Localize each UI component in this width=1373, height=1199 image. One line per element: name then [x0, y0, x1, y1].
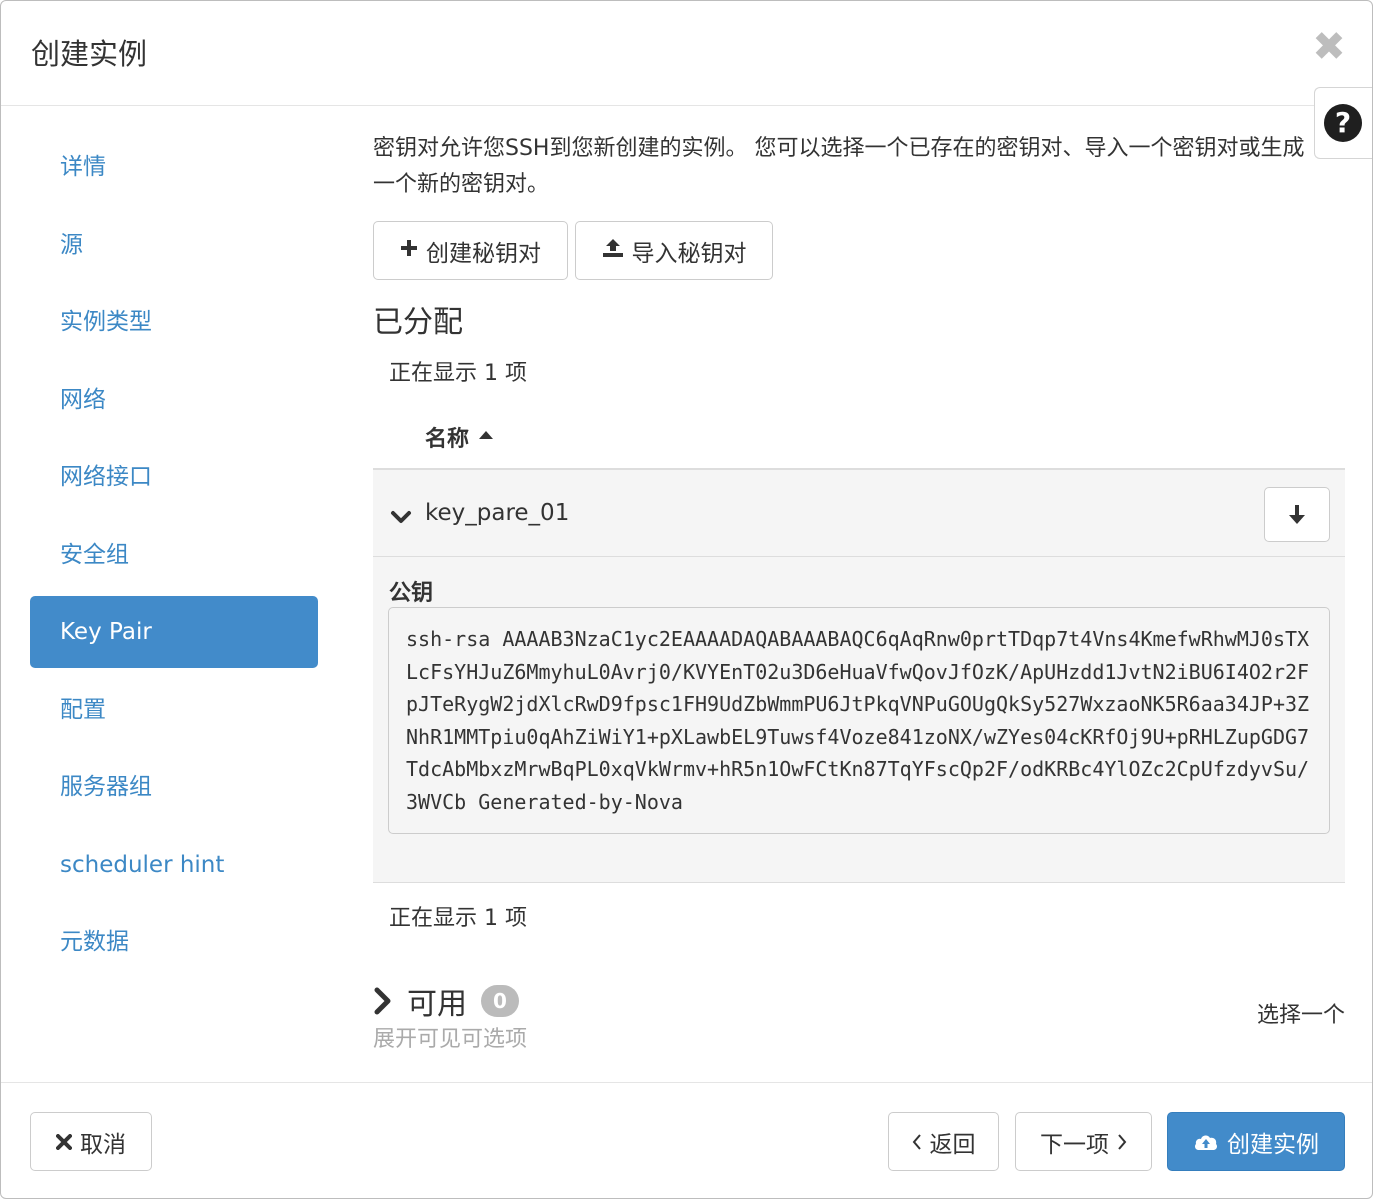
- cancel-button[interactable]: 取消: [30, 1112, 152, 1171]
- back-label: 返回: [929, 1131, 976, 1158]
- sidebar-item-label: 配置: [60, 696, 106, 723]
- row-divider: [373, 556, 1345, 557]
- sidebar-item-scheduler-hint[interactable]: scheduler hint: [30, 829, 318, 901]
- name-column-header[interactable]: 名称: [425, 421, 494, 453]
- chevron-left-icon: [912, 1133, 921, 1150]
- launch-instance-button[interactable]: 创建实例: [1167, 1112, 1345, 1171]
- sidebar-item-metadata[interactable]: 元数据: [30, 906, 318, 978]
- sidebar-item-key-pair[interactable]: Key Pair: [30, 596, 318, 668]
- chevron-down-icon[interactable]: [390, 506, 412, 528]
- close-icon: [56, 1133, 72, 1150]
- launch-label: 创建实例: [1227, 1131, 1319, 1158]
- sidebar-item-label: 网络接口: [60, 464, 152, 490]
- key-pair-step: 密钥对允许您SSH到您新创建的实例。 您可以选择一个已存在的密钥对、导入一个密钥…: [373, 131, 1345, 1052]
- sidebar-item-security-groups[interactable]: 安全组: [30, 519, 318, 591]
- sort-asc-icon: [479, 431, 494, 439]
- modal-title: 创建实例: [31, 37, 148, 71]
- sidebar-item-configuration[interactable]: 配置: [30, 674, 318, 746]
- sidebar-item-label: 实例类型: [60, 309, 152, 335]
- modal-header: 创建实例 ✖: [1, 1, 1372, 106]
- select-one-text: 选择一个: [1256, 1003, 1345, 1028]
- chevron-right-icon: [374, 987, 391, 1015]
- next-label: 下一项: [1040, 1131, 1109, 1158]
- sidebar-item-details[interactable]: 详情: [30, 131, 318, 203]
- column-label: 名称: [425, 427, 470, 452]
- public-key-value: ssh-rsa AAAAB3NzaC1yc2EAAAADAQABAAABAQC6…: [388, 607, 1330, 834]
- sidebar-item-label: Key Pair: [60, 619, 152, 645]
- import-keypair-label: 导入秘钥对: [631, 240, 747, 267]
- sidebar-item-label: 服务器组: [60, 774, 152, 800]
- sidebar-item-label: 安全组: [60, 541, 129, 568]
- import-keypair-button[interactable]: 导入秘钥对: [575, 221, 773, 280]
- create-keypair-button[interactable]: 创建秘钥对: [373, 221, 568, 280]
- sidebar-item-flavor[interactable]: 实例类型: [30, 286, 318, 358]
- available-subtitle: 展开可见可选项: [373, 1027, 528, 1052]
- create-keypair-label: 创建秘钥对: [426, 240, 541, 267]
- help-text: 密钥对允许您SSH到您新创建的实例。 您可以选择一个已存在的密钥对、导入一个密钥…: [373, 136, 1305, 197]
- plus-icon: [400, 238, 418, 263]
- public-key-label: 公钥: [389, 581, 434, 606]
- sidebar-item-label: scheduler hint: [60, 851, 225, 878]
- cancel-label: 取消: [80, 1131, 126, 1158]
- sidebar-item-label: 源: [60, 231, 83, 258]
- arrow-down-icon: [1289, 504, 1305, 524]
- available-title: 可用: [407, 987, 467, 1022]
- sidebar-item-label: 详情: [60, 154, 106, 180]
- next-button[interactable]: 下一项: [1015, 1112, 1152, 1171]
- available-count-badge: 0: [481, 985, 519, 1017]
- close-icon[interactable]: ✖: [1312, 27, 1346, 67]
- chevron-right-icon: [1118, 1133, 1127, 1150]
- sidebar-item-label: 元数据: [60, 929, 129, 955]
- upload-icon: [602, 238, 624, 264]
- available-toggle[interactable]: 可用 0: [373, 979, 519, 1023]
- allocated-title: 已分配: [373, 305, 463, 340]
- sidebar-item-server-groups[interactable]: 服务器组: [30, 751, 318, 823]
- back-button[interactable]: 返回: [888, 1112, 999, 1171]
- sidebar-item-networks[interactable]: 网络: [30, 364, 318, 436]
- keypair-name: key_pare_01: [425, 500, 570, 526]
- allocated-count-bottom: 正在显示 1 项: [389, 906, 527, 931]
- deallocate-button[interactable]: [1264, 487, 1330, 542]
- row-bottom-border: [373, 882, 1345, 883]
- cloud-upload-icon: [1195, 1134, 1217, 1150]
- launch-instance-modal: 创建实例 ✖ ? 详情 源 实例类型 网络 网络接口 安全组 Key Pair …: [0, 0, 1373, 1199]
- sidebar-item-label: 网络: [60, 386, 106, 413]
- sidebar-item-source[interactable]: 源: [30, 209, 318, 281]
- sidebar-item-network-ports[interactable]: 网络接口: [30, 441, 318, 513]
- modal-footer: 取消 返回 下一项 创建实例: [1, 1082, 1372, 1198]
- allocated-count-top: 正在显示 1 项: [389, 361, 527, 386]
- wizard-sidebar: 详情 源 实例类型 网络 网络接口 安全组 Key Pair 配置 服务器组 s…: [30, 131, 318, 984]
